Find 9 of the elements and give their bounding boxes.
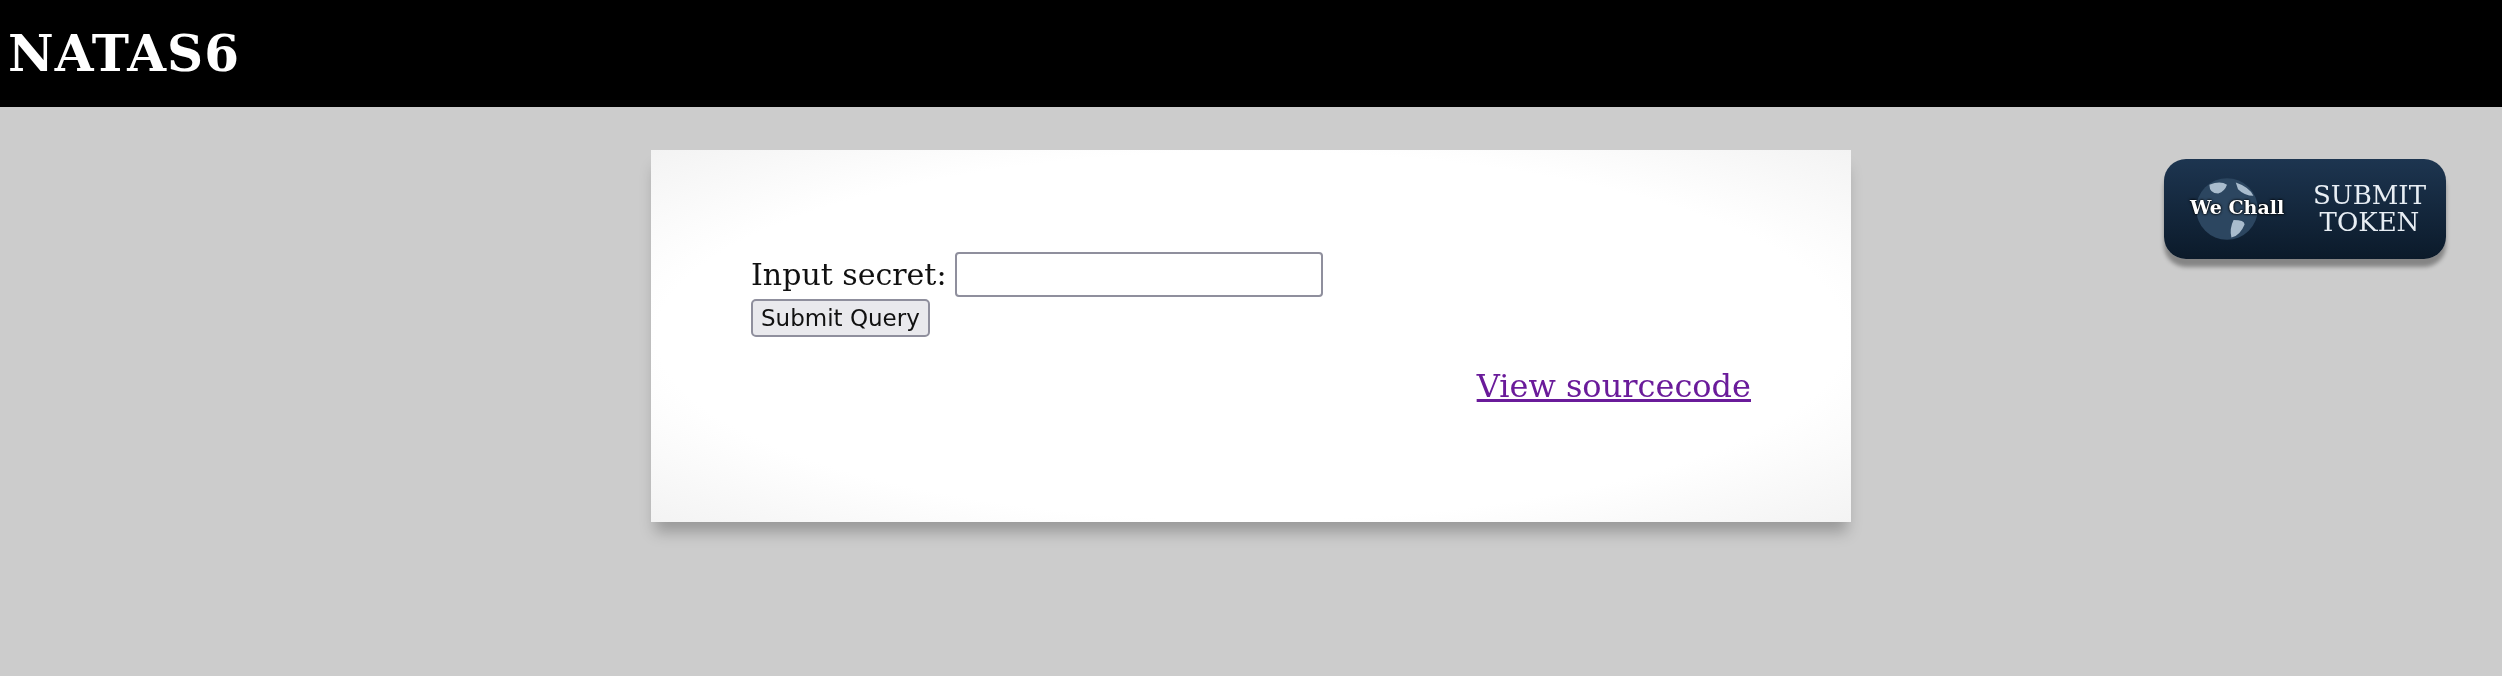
view-sourcecode-link[interactable]: View sourcecode bbox=[1476, 367, 1751, 405]
button-caption: SUBMIT bbox=[2312, 181, 2426, 209]
logo-text: We Chall bbox=[2190, 196, 2285, 218]
submit-token-button[interactable]: We Chall SUBMIT TOKEN bbox=[2164, 159, 2446, 259]
submit-query-button[interactable]: Submit Query bbox=[751, 299, 930, 337]
page-title: NATAS6 bbox=[8, 24, 240, 83]
input-label: Input secret: bbox=[751, 257, 947, 292]
secret-input-field[interactable] bbox=[954, 252, 1323, 297]
button-caption: TOKEN bbox=[2319, 209, 2420, 237]
